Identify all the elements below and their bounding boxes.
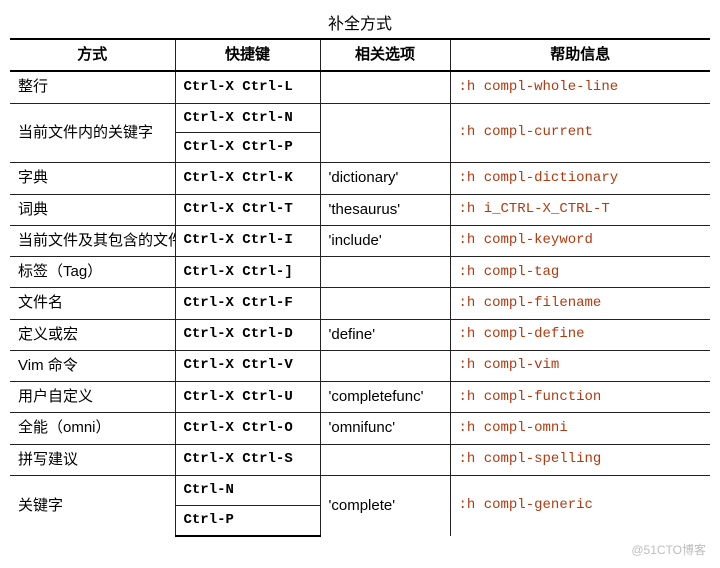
cell-option — [320, 103, 450, 163]
cell-help: :h compl-vim — [450, 350, 710, 381]
cell-method: 全能（omni） — [10, 413, 175, 444]
cell-help: :h compl-omni — [450, 413, 710, 444]
cell-method: 用户自定义 — [10, 382, 175, 413]
table-row: 拼写建议Ctrl-X Ctrl-S :h compl-spelling — [10, 444, 710, 475]
table-row: 当前文件内的关键字Ctrl-X Ctrl-N:h compl-current — [10, 103, 710, 133]
cell-method: 词典 — [10, 194, 175, 225]
cell-option: 'omnifunc' — [320, 413, 450, 444]
cell-help: :h compl-keyword — [450, 225, 710, 256]
table-row: 词典Ctrl-X Ctrl-T'thesaurus':h i_CTRL-X_CT… — [10, 194, 710, 225]
cell-shortcut: Ctrl-X Ctrl-D — [175, 319, 320, 350]
cell-method: 当前文件内的关键字 — [10, 103, 175, 163]
cell-option: 'include' — [320, 225, 450, 256]
cell-help: :h compl-define — [450, 319, 710, 350]
cell-help: :h compl-spelling — [450, 444, 710, 475]
cell-option: 'thesaurus' — [320, 194, 450, 225]
cell-help: :h compl-generic — [450, 475, 710, 535]
cell-shortcut: Ctrl-X Ctrl-] — [175, 257, 320, 288]
cell-help: :h compl-function — [450, 382, 710, 413]
cell-shortcut: Ctrl-X Ctrl-I — [175, 225, 320, 256]
cell-help: :h compl-whole-line — [450, 71, 710, 103]
cell-shortcut: Ctrl-X Ctrl-L — [175, 71, 320, 103]
cell-shortcut: Ctrl-P — [175, 505, 320, 535]
table-row: 文件名Ctrl-X Ctrl-F :h compl-filename — [10, 288, 710, 319]
table-row: 用户自定义Ctrl-X Ctrl-U'completefunc':h compl… — [10, 382, 710, 413]
cell-shortcut: Ctrl-X Ctrl-T — [175, 194, 320, 225]
cell-shortcut: Ctrl-X Ctrl-K — [175, 163, 320, 194]
table-row: 定义或宏Ctrl-X Ctrl-D'define':h compl-define — [10, 319, 710, 350]
cell-shortcut: Ctrl-X Ctrl-P — [175, 133, 320, 163]
table-row: 全能（omni）Ctrl-X Ctrl-O'omnifunc':h compl-… — [10, 413, 710, 444]
cell-option: 'completefunc' — [320, 382, 450, 413]
cell-shortcut: Ctrl-X Ctrl-U — [175, 382, 320, 413]
cell-shortcut: Ctrl-X Ctrl-V — [175, 350, 320, 381]
col-option: 相关选项 — [320, 39, 450, 71]
table-row: 字典Ctrl-X Ctrl-K'dictionary':h compl-dict… — [10, 163, 710, 194]
table-row: 关键字Ctrl-N'complete':h compl-generic — [10, 475, 710, 505]
col-method: 方式 — [10, 39, 175, 71]
cell-option — [320, 350, 450, 381]
completion-table: 方式 快捷键 相关选项 帮助信息 整行Ctrl-X Ctrl-L :h compl… — [10, 38, 710, 537]
cell-shortcut: Ctrl-X Ctrl-S — [175, 444, 320, 475]
cell-method: 当前文件及其包含的文件 — [10, 225, 175, 256]
cell-option — [320, 444, 450, 475]
cell-shortcut: Ctrl-X Ctrl-F — [175, 288, 320, 319]
cell-help: :h i_CTRL-X_CTRL-T — [450, 194, 710, 225]
cell-method: 文件名 — [10, 288, 175, 319]
table-row: 整行Ctrl-X Ctrl-L :h compl-whole-line — [10, 71, 710, 103]
table-caption: 补全方式 — [10, 10, 710, 34]
table-row: 当前文件及其包含的文件Ctrl-X Ctrl-I'include':h comp… — [10, 225, 710, 256]
table-row: 标签（Tag）Ctrl-X Ctrl-] :h compl-tag — [10, 257, 710, 288]
cell-shortcut: Ctrl-X Ctrl-N — [175, 103, 320, 133]
cell-option — [320, 288, 450, 319]
cell-method: 字典 — [10, 163, 175, 194]
cell-help: :h compl-current — [450, 103, 710, 163]
cell-option: 'complete' — [320, 475, 450, 535]
cell-method: 拼写建议 — [10, 444, 175, 475]
cell-help: :h compl-filename — [450, 288, 710, 319]
cell-method: 关键字 — [10, 475, 175, 535]
cell-shortcut: Ctrl-X Ctrl-O — [175, 413, 320, 444]
cell-help: :h compl-tag — [450, 257, 710, 288]
cell-help: :h compl-dictionary — [450, 163, 710, 194]
cell-method: 定义或宏 — [10, 319, 175, 350]
col-help: 帮助信息 — [450, 39, 710, 71]
col-shortcut: 快捷键 — [175, 39, 320, 71]
cell-method: 标签（Tag） — [10, 257, 175, 288]
cell-method: Vim 命令 — [10, 350, 175, 381]
cell-option — [320, 71, 450, 103]
cell-shortcut: Ctrl-N — [175, 475, 320, 505]
cell-option: 'dictionary' — [320, 163, 450, 194]
table-header-row: 方式 快捷键 相关选项 帮助信息 — [10, 39, 710, 71]
table-row: Vim 命令Ctrl-X Ctrl-V :h compl-vim — [10, 350, 710, 381]
cell-method: 整行 — [10, 71, 175, 103]
cell-option: 'define' — [320, 319, 450, 350]
cell-option — [320, 257, 450, 288]
watermark-text: @51CTO博客 — [10, 541, 710, 558]
